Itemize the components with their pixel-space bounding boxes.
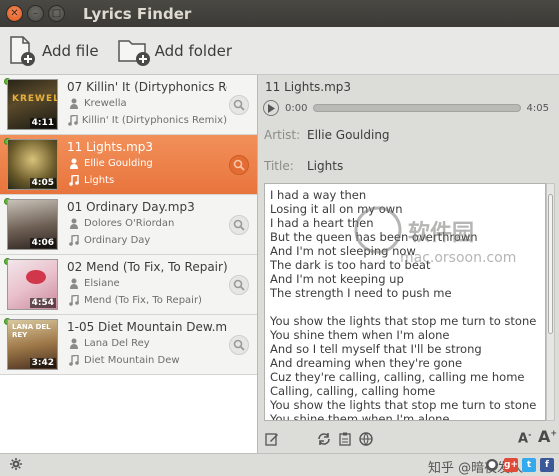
twitter-icon[interactable]: t bbox=[522, 458, 536, 472]
lyrics-toolbar bbox=[265, 430, 555, 448]
track-title: Diet Mountain Dew bbox=[84, 355, 180, 366]
artist-field: Artist: Ellie Goulding bbox=[264, 128, 390, 142]
lyrics-scrollbar[interactable] bbox=[546, 183, 555, 421]
person-icon bbox=[67, 218, 81, 229]
track-duration: 4:06 bbox=[29, 238, 56, 248]
album-art: 4:05 bbox=[7, 139, 58, 190]
lyrics-text: I had a way then Losing it all on my own… bbox=[270, 188, 537, 421]
time-elapsed: 0:00 bbox=[285, 102, 308, 114]
track-title: Ordinary Day bbox=[84, 235, 151, 246]
track-artist: Lana Del Rey bbox=[84, 338, 150, 349]
maximize-window-button[interactable]: □ bbox=[48, 5, 65, 22]
track-duration: 4:11 bbox=[29, 118, 56, 128]
google-plus-icon[interactable]: g+ bbox=[504, 458, 518, 472]
search-lyrics-button[interactable] bbox=[229, 335, 249, 355]
track-filename: 11 Lights.mp3 bbox=[67, 140, 154, 154]
add-folder-icon bbox=[117, 39, 150, 66]
edit-icon[interactable] bbox=[265, 432, 279, 446]
title-value[interactable]: Lights bbox=[307, 159, 343, 173]
track-row[interactable]: LANA DEL REY 3:42 1-05 Diet Mountain Dew… bbox=[0, 315, 257, 375]
search-icon bbox=[233, 339, 245, 351]
track-row[interactable]: 4:54 02 Mend (To Fix, To Repair).mp3 Els… bbox=[0, 255, 257, 315]
minimize-window-button[interactable]: – bbox=[27, 5, 44, 22]
search-icon bbox=[233, 219, 245, 231]
scrollbar-thumb[interactable] bbox=[548, 194, 553, 334]
status-bar: 知乎 @暗夜发人 ● g+ t f bbox=[0, 453, 559, 476]
track-filename: 1-05 Diet Mountain Dew.m4a bbox=[67, 320, 227, 334]
detail-pane: 11 Lights.mp3 0:00 4:05 Artist: Ellie Go… bbox=[259, 75, 559, 453]
music-note-icon bbox=[67, 235, 81, 246]
title-field: Title: Lights bbox=[264, 159, 343, 173]
title-label: Title: bbox=[264, 159, 294, 173]
search-icon bbox=[233, 99, 245, 111]
decrease-font-label: A bbox=[518, 431, 529, 447]
album-art: 4:54 bbox=[7, 259, 58, 310]
track-filename: 07 Killin' It (Dirtyphonics Remix).mp3 bbox=[67, 80, 227, 94]
person-icon bbox=[67, 278, 81, 289]
add-file-button[interactable]: Add file bbox=[8, 35, 99, 67]
play-button[interactable] bbox=[263, 100, 279, 116]
title-bar: ✕ – □ Lyrics Finder bbox=[0, 0, 559, 27]
user-icon[interactable]: ● bbox=[486, 459, 498, 471]
add-folder-label: Add folder bbox=[154, 41, 233, 60]
increase-font-label: A bbox=[538, 427, 551, 446]
album-art: 4:06 bbox=[7, 199, 58, 250]
search-icon bbox=[233, 279, 245, 291]
track-duration: 4:54 bbox=[29, 298, 56, 308]
toolbar: Add file Add folder bbox=[0, 27, 559, 75]
increase-font-button[interactable]: A+ bbox=[538, 427, 557, 446]
person-icon bbox=[67, 338, 81, 349]
track-duration: 4:05 bbox=[29, 178, 56, 188]
lyrics-textarea[interactable]: I had a way then Losing it all on my own… bbox=[264, 183, 546, 421]
album-art: LANA DEL REY 3:42 bbox=[7, 319, 58, 370]
album-art: KREWELLA 4:11 bbox=[7, 79, 58, 130]
person-icon bbox=[67, 158, 81, 169]
decrease-font-button[interactable]: A- bbox=[518, 430, 531, 446]
add-file-icon bbox=[10, 35, 35, 66]
clipboard-icon[interactable] bbox=[339, 432, 351, 446]
track-list: KREWELLA 4:11 07 Killin' It (Dirtyphonic… bbox=[0, 75, 258, 453]
track-title: Lights bbox=[84, 175, 115, 186]
close-window-button[interactable]: ✕ bbox=[6, 5, 23, 22]
track-filename: 01 Ordinary Day.mp3 bbox=[67, 200, 195, 214]
track-artist: Krewella bbox=[84, 98, 127, 109]
search-lyrics-button[interactable] bbox=[229, 215, 249, 235]
globe-icon[interactable] bbox=[359, 432, 373, 446]
add-file-label: Add file bbox=[42, 41, 99, 60]
track-artist: Elsiane bbox=[84, 278, 120, 289]
window-title: Lyrics Finder bbox=[83, 4, 192, 23]
person-icon bbox=[67, 98, 81, 109]
track-title: Killin' It (Dirtyphonics Remix) bbox=[81, 115, 227, 126]
seek-bar[interactable] bbox=[313, 104, 521, 112]
music-note-icon bbox=[67, 175, 81, 186]
player: 0:00 4:05 bbox=[263, 98, 555, 118]
track-artist: Ellie Goulding bbox=[84, 158, 153, 169]
music-note-icon bbox=[67, 115, 79, 126]
track-artist: Dolores O'Riordan bbox=[84, 218, 175, 229]
search-icon bbox=[233, 159, 245, 171]
play-icon bbox=[268, 103, 275, 113]
track-row[interactable]: 4:06 01 Ordinary Day.mp3 Dolores O'Riord… bbox=[0, 195, 257, 255]
track-filename: 02 Mend (To Fix, To Repair).mp3 bbox=[67, 260, 227, 274]
music-note-icon bbox=[67, 295, 81, 306]
track-duration: 3:42 bbox=[29, 358, 56, 368]
detail-filename: 11 Lights.mp3 bbox=[265, 80, 352, 94]
artist-label: Artist: bbox=[264, 128, 301, 142]
music-note-icon bbox=[67, 355, 81, 366]
add-folder-button[interactable]: Add folder bbox=[117, 35, 232, 67]
search-lyrics-button[interactable] bbox=[229, 275, 249, 295]
gear-icon[interactable] bbox=[10, 457, 22, 473]
search-lyrics-button[interactable] bbox=[229, 95, 249, 115]
facebook-icon[interactable]: f bbox=[540, 458, 554, 472]
track-row-selected[interactable]: 4:05 11 Lights.mp3 Ellie Goulding Lights bbox=[0, 135, 257, 195]
track-title: Mend (To Fix, To Repair) bbox=[84, 295, 202, 306]
refresh-icon[interactable] bbox=[317, 432, 331, 446]
track-row[interactable]: KREWELLA 4:11 07 Killin' It (Dirtyphonic… bbox=[0, 75, 257, 135]
search-lyrics-button[interactable] bbox=[229, 155, 249, 175]
time-total: 4:05 bbox=[526, 102, 549, 114]
artist-value[interactable]: Ellie Goulding bbox=[307, 128, 390, 142]
